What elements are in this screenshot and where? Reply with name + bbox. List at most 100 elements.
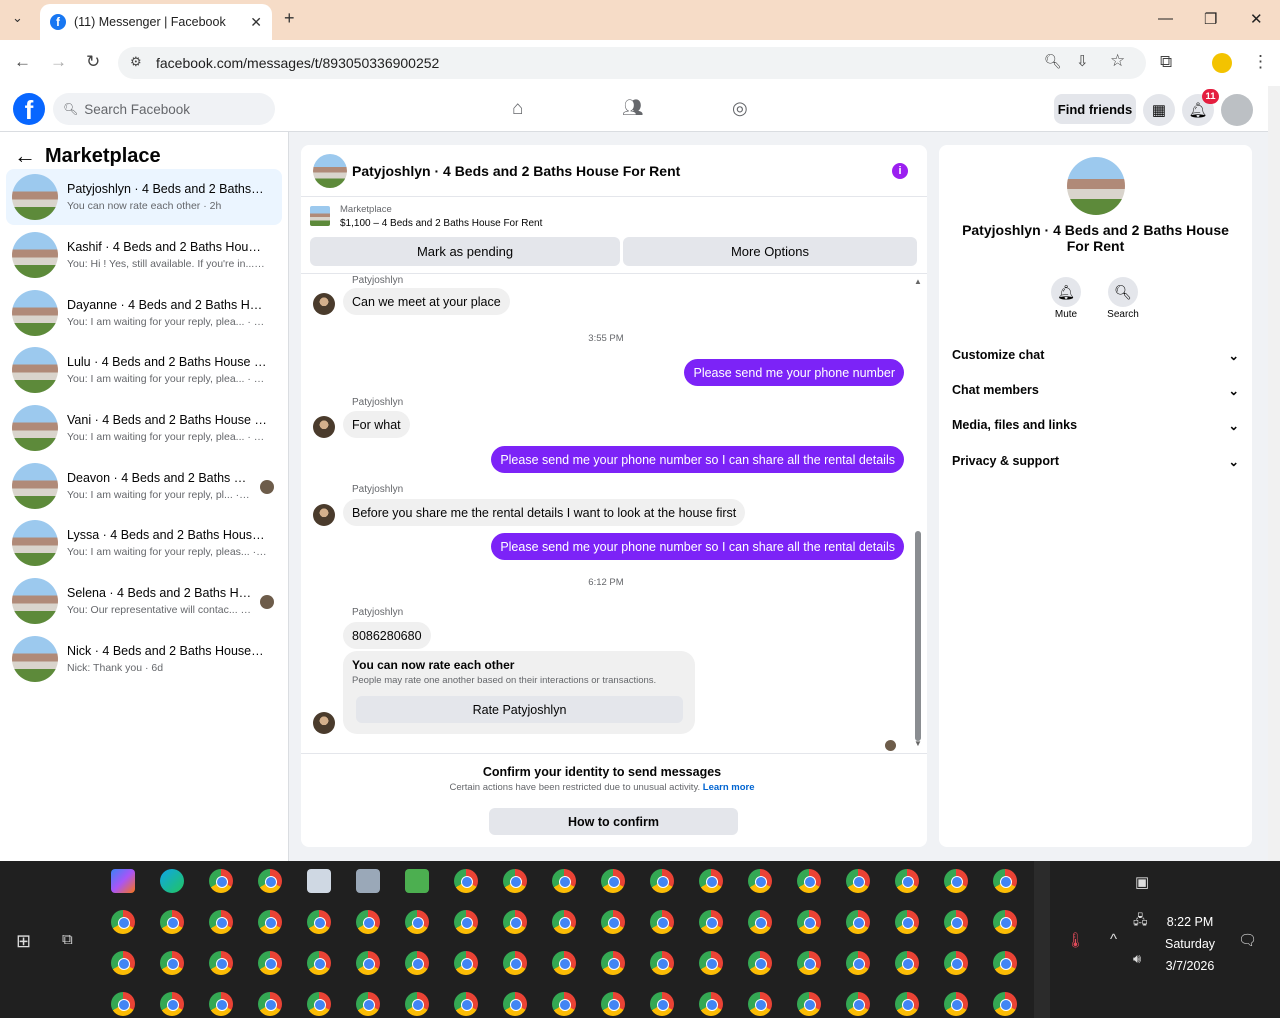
sender-avatar[interactable] <box>313 416 335 438</box>
minimize-icon[interactable]: — <box>1158 10 1173 27</box>
conversation-item[interactable]: Vani · 4 Beds and 2 Baths House F... You:… <box>6 400 282 456</box>
sender-avatar[interactable] <box>313 712 335 734</box>
chrome-icon[interactable] <box>601 951 625 975</box>
chrome-icon[interactable] <box>601 910 625 934</box>
chrome-icon[interactable] <box>111 992 135 1016</box>
chrome-icon[interactable] <box>454 869 478 893</box>
chrome-icon[interactable] <box>503 869 527 893</box>
task-view-icon[interactable]: ⧉ <box>62 931 73 948</box>
browser-menu-icon[interactable]: ⋮ <box>1252 52 1269 72</box>
mute-bell-icon[interactable]: 🔔︎ <box>1051 277 1081 307</box>
chrome-icon[interactable] <box>993 869 1017 893</box>
site-info-icon[interactable]: ⚙ <box>130 54 142 70</box>
conversation-item[interactable]: Selena · 4 Beds and 2 Baths Hou... You: O… <box>6 573 282 629</box>
new-tab-button[interactable]: + <box>284 8 295 29</box>
chrome-icon[interactable] <box>356 910 380 934</box>
chrome-icon[interactable] <box>356 951 380 975</box>
zoom-icon[interactable]: 🔍︎ <box>1044 53 1062 70</box>
rate-user-button[interactable]: Rate Patyjoshlyn <box>356 696 683 723</box>
incoming-message[interactable]: Can we meet at your place <box>343 288 510 315</box>
chrome-icon[interactable] <box>944 992 968 1016</box>
system-clock[interactable]: 8:22 PM Saturday 3/7/2026 <box>1150 911 1230 977</box>
privacy-support-section[interactable]: Privacy & support ⌄ <box>952 454 1239 469</box>
chat-members-section[interactable]: Chat members ⌄ <box>952 383 1239 398</box>
scroll-down-icon[interactable]: ▼ <box>914 739 922 748</box>
app-icon[interactable] <box>405 869 429 893</box>
home-icon[interactable]: ⌂ <box>512 98 523 120</box>
chrome-icon[interactable] <box>160 992 184 1016</box>
conversation-item[interactable]: Deavon · 4 Beds and 2 Baths Ho... You: I … <box>6 458 282 514</box>
chrome-icon[interactable] <box>503 910 527 934</box>
chrome-icon[interactable] <box>454 951 478 975</box>
message-scrollbar[interactable]: ▲ ▼ <box>914 277 922 748</box>
network-icon[interactable]: 🖧︎ <box>1133 911 1148 933</box>
show-hidden-icons-chevron-up-icon[interactable]: ^ <box>1110 931 1117 948</box>
incoming-message[interactable]: 8086280680 <box>343 622 431 649</box>
chat-avatar[interactable] <box>313 154 347 188</box>
chrome-icon[interactable] <box>650 951 674 975</box>
friends-icon[interactable]: 👥︎ <box>622 98 644 118</box>
chrome-icon[interactable] <box>601 992 625 1016</box>
chat-title[interactable]: Patyjoshlyn · 4 Beds and 2 Baths House F… <box>352 163 680 179</box>
tab-search-icon[interactable]: ⌄ <box>12 10 23 26</box>
facebook-search-input[interactable]: 🔍︎ Search Facebook <box>53 93 275 125</box>
chrome-icon[interactable] <box>650 992 674 1016</box>
mark-pending-button[interactable]: Mark as pending <box>310 237 620 266</box>
chrome-icon[interactable] <box>699 910 723 934</box>
copilot-icon[interactable] <box>111 869 135 893</box>
notification-center-icon[interactable]: 🗨︎ <box>1238 931 1257 949</box>
chrome-icon[interactable] <box>846 869 870 893</box>
reload-icon[interactable]: ↻ <box>86 52 100 72</box>
chrome-icon[interactable] <box>503 951 527 975</box>
chrome-icon[interactable] <box>748 951 772 975</box>
outgoing-message[interactable]: Please send me your phone number so I ca… <box>491 533 904 560</box>
conversation-item[interactable]: Nick · 4 Beds and 2 Baths House F... Nick… <box>6 631 282 687</box>
volume-icon[interactable]: 🔊︎ <box>1133 951 1141 967</box>
scroll-up-icon[interactable]: ▲ <box>914 277 922 286</box>
taskbar-overflow-scrollbar[interactable] <box>1034 861 1050 1018</box>
chrome-icon[interactable] <box>699 951 723 975</box>
chrome-icon[interactable] <box>846 992 870 1016</box>
bookmark-star-icon[interactable]: ☆ <box>1110 51 1125 71</box>
restore-icon[interactable]: ❐ <box>1204 10 1217 28</box>
scrollbar-thumb[interactable] <box>915 531 921 741</box>
chrome-icon[interactable] <box>944 869 968 893</box>
chrome-icon[interactable] <box>895 910 919 934</box>
incoming-message[interactable]: For what <box>343 411 410 438</box>
chrome-icon[interactable] <box>699 869 723 893</box>
sender-avatar[interactable] <box>313 504 335 526</box>
chrome-icon[interactable] <box>258 869 282 893</box>
info-icon[interactable]: i <box>892 163 908 179</box>
chrome-icon[interactable] <box>405 992 429 1016</box>
chrome-icon[interactable] <box>209 992 233 1016</box>
outgoing-message[interactable]: Please send me your phone number <box>684 359 904 386</box>
conversation-item[interactable]: Patyjoshlyn · 4 Beds and 2 Baths H... You… <box>6 169 282 225</box>
chrome-icon[interactable] <box>944 910 968 934</box>
chrome-icon[interactable] <box>111 951 135 975</box>
facebook-logo-icon[interactable]: f <box>13 93 45 125</box>
weather-icon[interactable]: 🌡︎ <box>1066 931 1085 949</box>
chrome-icon[interactable] <box>552 869 576 893</box>
app-icon[interactable] <box>307 869 331 893</box>
extensions-icon[interactable]: ⧉ <box>1160 52 1172 72</box>
install-app-icon[interactable]: ⇩ <box>1076 52 1089 70</box>
listing-thumbnail[interactable] <box>310 206 330 226</box>
chrome-icon[interactable] <box>650 910 674 934</box>
browser-tab[interactable]: f (11) Messenger | Facebook ✕ <box>40 4 272 40</box>
conversation-item[interactable]: Lulu · 4 Beds and 2 Baths House F... You:… <box>6 342 282 398</box>
chrome-icon[interactable] <box>797 992 821 1016</box>
chrome-icon[interactable] <box>601 869 625 893</box>
app-icon[interactable] <box>356 869 380 893</box>
learn-more-link[interactable]: Learn more <box>703 782 755 793</box>
meet-now-icon[interactable]: ▣ <box>1135 873 1149 891</box>
sender-avatar[interactable] <box>313 293 335 315</box>
how-to-confirm-button[interactable]: How to confirm <box>489 808 738 835</box>
incoming-message[interactable]: Before you share me the rental details I… <box>343 499 746 526</box>
customize-chat-section[interactable]: Customize chat ⌄ <box>952 348 1239 363</box>
edge-icon[interactable] <box>160 869 184 893</box>
chrome-icon[interactable] <box>846 910 870 934</box>
chrome-icon[interactable] <box>797 951 821 975</box>
chrome-icon[interactable] <box>454 910 478 934</box>
close-window-icon[interactable]: ✕ <box>1250 10 1263 28</box>
chrome-icon[interactable] <box>993 910 1017 934</box>
